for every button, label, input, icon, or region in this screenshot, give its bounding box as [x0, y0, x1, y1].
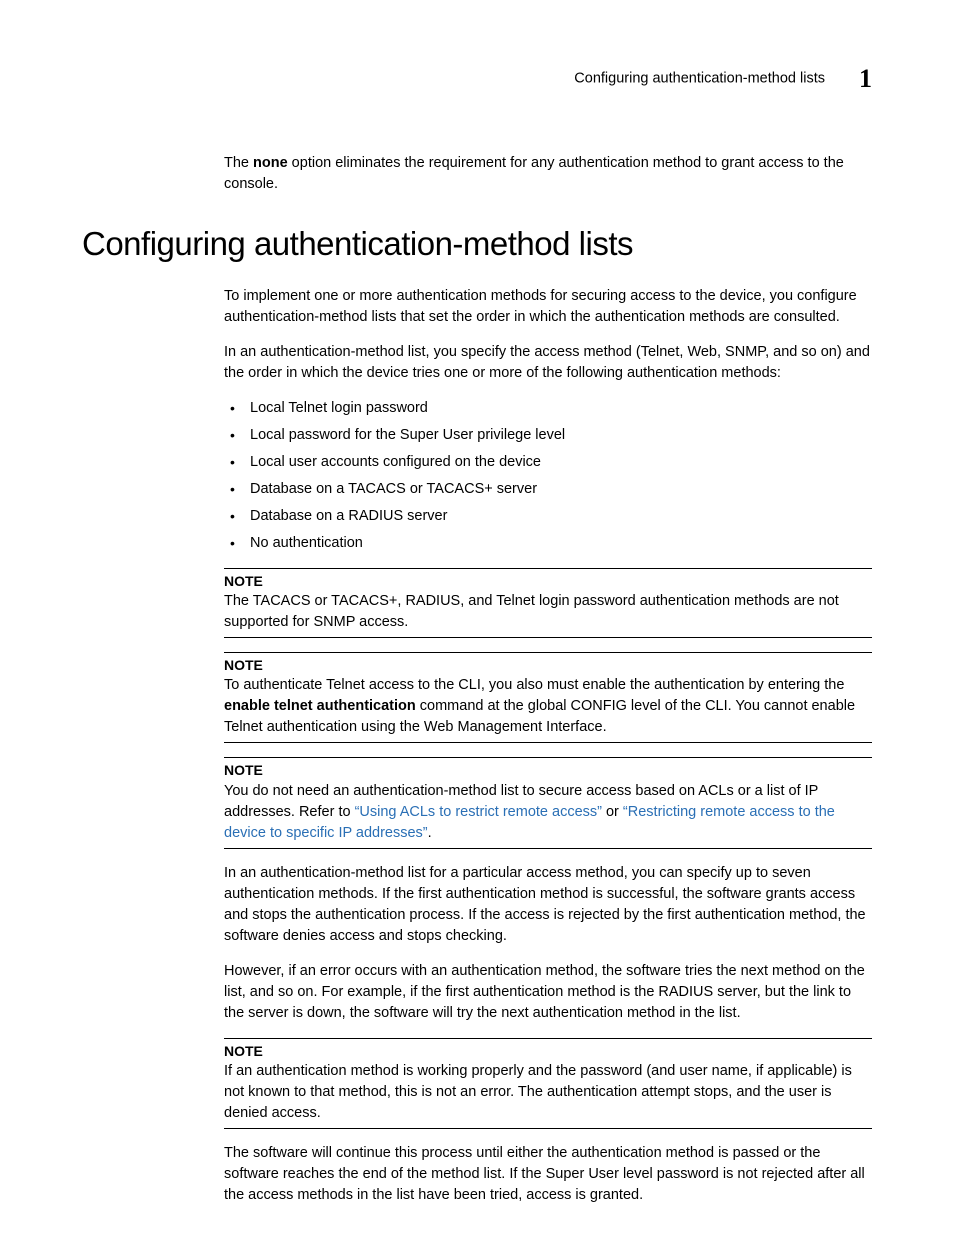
- section-body: To implement one or more authentication …: [224, 286, 872, 1207]
- page-header: Configuring authentication-method lists …: [82, 60, 872, 98]
- paragraph: The software will continue this process …: [224, 1143, 872, 1206]
- note-text: If an authentication method is working p…: [224, 1061, 872, 1124]
- list-item: Local user accounts configured on the de…: [224, 452, 872, 473]
- rule: [224, 742, 872, 743]
- bold-term: none: [253, 155, 288, 171]
- note-block: NOTE You do not need an authentication-m…: [224, 757, 872, 848]
- note-label: NOTE: [224, 571, 872, 591]
- rule: [224, 652, 872, 653]
- note-block: NOTE The TACACS or TACACS+, RADIUS, and …: [224, 568, 872, 638]
- rule: [224, 1128, 872, 1129]
- list-item: Database on a TACACS or TACACS+ server: [224, 479, 872, 500]
- section-heading: Configuring authentication-method lists: [82, 220, 872, 268]
- note-text: To authenticate Telnet access to the CLI…: [224, 675, 872, 738]
- cross-reference-link[interactable]: “Using ACLs to restrict remote access”: [355, 804, 602, 820]
- rule: [224, 637, 872, 638]
- rule: [224, 568, 872, 569]
- paragraph: In an authentication-method list for a p…: [224, 863, 872, 947]
- intro-block: The none option eliminates the requireme…: [224, 153, 872, 195]
- list-item: No authentication: [224, 533, 872, 554]
- rule: [224, 848, 872, 849]
- paragraph: In an authentication-method list, you sp…: [224, 342, 872, 384]
- list-item: Local Telnet login password: [224, 398, 872, 419]
- text: .: [428, 825, 432, 841]
- text: option eliminates the requirement for an…: [224, 155, 844, 192]
- note-label: NOTE: [224, 760, 872, 780]
- note-block: NOTE If an authentication method is work…: [224, 1038, 872, 1129]
- note-label: NOTE: [224, 655, 872, 675]
- chapter-number: 1: [859, 60, 872, 98]
- note-label: NOTE: [224, 1041, 872, 1061]
- bullet-list: Local Telnet login password Local passwo…: [224, 398, 872, 554]
- text: The: [224, 155, 253, 171]
- page: Configuring authentication-method lists …: [0, 0, 954, 1235]
- intro-paragraph: The none option eliminates the requireme…: [224, 153, 872, 195]
- note-text: The TACACS or TACACS+, RADIUS, and Telne…: [224, 591, 872, 633]
- paragraph: However, if an error occurs with an auth…: [224, 961, 872, 1024]
- header-title: Configuring authentication-method lists: [574, 71, 825, 87]
- note-block: NOTE To authenticate Telnet access to th…: [224, 652, 872, 743]
- list-item: Local password for the Super User privil…: [224, 425, 872, 446]
- rule: [224, 757, 872, 758]
- note-text: You do not need an authentication-method…: [224, 781, 872, 844]
- text: or: [602, 804, 623, 820]
- text: To authenticate Telnet access to the CLI…: [224, 677, 844, 693]
- bold-term: enable telnet authentication: [224, 698, 416, 714]
- rule: [224, 1038, 872, 1039]
- list-item: Database on a RADIUS server: [224, 506, 872, 527]
- paragraph: To implement one or more authentication …: [224, 286, 872, 328]
